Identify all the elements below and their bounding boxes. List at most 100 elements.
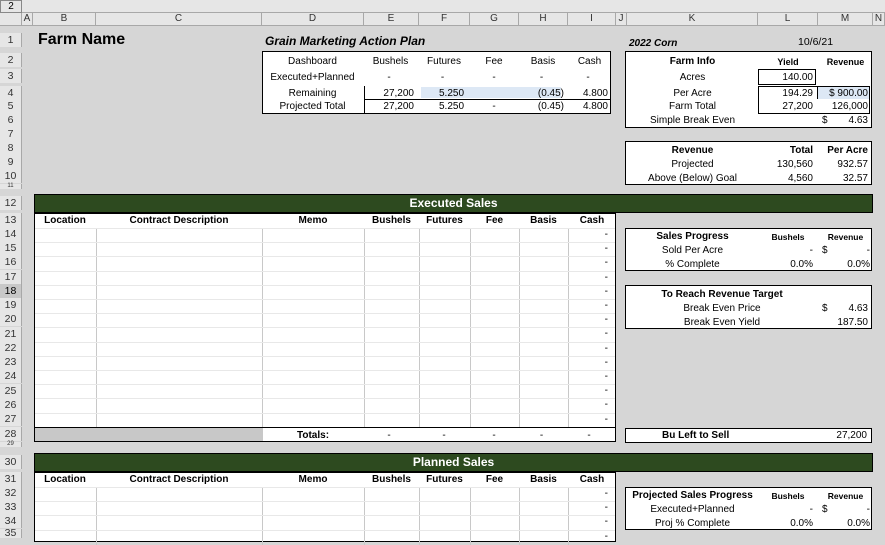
- row-header-14[interactable]: 14: [0, 227, 22, 241]
- row-header-6[interactable]: 6: [0, 113, 22, 127]
- row-header-28[interactable]: 28: [0, 427, 22, 441]
- table-row[interactable]: [35, 327, 615, 329]
- row-header-23[interactable]: 23: [0, 355, 22, 369]
- dashboard-value[interactable]: -: [519, 71, 564, 84]
- table-row[interactable]: [35, 270, 615, 272]
- dashboard-value[interactable]: -: [568, 71, 608, 84]
- plan-title[interactable]: Grain Marketing Action Plan: [265, 35, 425, 48]
- farm-name-title[interactable]: Farm Name: [38, 31, 125, 49]
- column-header-e[interactable]: E: [364, 13, 419, 26]
- row-header-17[interactable]: 17: [0, 270, 22, 284]
- row-header-15[interactable]: 15: [0, 241, 22, 255]
- table-row[interactable]: [35, 284, 615, 286]
- row-header-18[interactable]: 18: [0, 284, 22, 298]
- table-cash-cell[interactable]: -: [560, 413, 608, 427]
- farm-info-yield[interactable]: 140.00: [758, 71, 813, 84]
- column-header-k[interactable]: K: [627, 13, 758, 26]
- row-header-3[interactable]: 3: [0, 69, 22, 83]
- revenue-value[interactable]: 932.57: [818, 158, 868, 171]
- table-cash-cell[interactable]: -: [560, 242, 608, 256]
- table-row[interactable]: [35, 529, 615, 531]
- totals-value[interactable]: -: [568, 429, 610, 442]
- row-header-13[interactable]: 13: [0, 213, 22, 227]
- table-cash-cell[interactable]: -: [560, 384, 608, 398]
- row-header-35[interactable]: 35: [0, 528, 22, 538]
- row-header-16[interactable]: 16: [0, 255, 22, 269]
- row-header-12[interactable]: 12: [0, 196, 22, 210]
- progress-revenue[interactable]: 0.0%: [818, 258, 870, 271]
- table-row[interactable]: [35, 341, 615, 343]
- row-header-34[interactable]: 34: [0, 514, 22, 528]
- table-cash-cell[interactable]: -: [560, 487, 608, 501]
- table-cash-cell[interactable]: -: [560, 515, 608, 529]
- dashboard-value[interactable]: -: [364, 71, 414, 84]
- row-header-31[interactable]: 31: [0, 472, 22, 486]
- progress-bushels[interactable]: -: [758, 244, 813, 257]
- table-cash-cell[interactable]: -: [560, 285, 608, 299]
- row-header-24[interactable]: 24: [0, 369, 22, 383]
- table-cash-cell[interactable]: -: [560, 271, 608, 285]
- row-header-10[interactable]: 10: [0, 169, 22, 183]
- row-header-20[interactable]: 20: [0, 312, 22, 326]
- table-cash-cell[interactable]: -: [560, 342, 608, 356]
- table-cash-cell[interactable]: -: [560, 370, 608, 384]
- revenue-value[interactable]: 130,560: [758, 158, 813, 171]
- row-header-4[interactable]: 4: [0, 86, 22, 100]
- dashboard-value[interactable]: -: [419, 71, 466, 84]
- progress-bushels[interactable]: 0.0%: [758, 258, 813, 271]
- table-row[interactable]: [35, 398, 615, 400]
- row-header-21[interactable]: 21: [0, 327, 22, 341]
- row-header-7[interactable]: 7: [0, 127, 22, 141]
- table-cash-cell[interactable]: -: [560, 501, 608, 515]
- row-header-32[interactable]: 32: [0, 486, 22, 500]
- progress-bushels[interactable]: 0.0%: [758, 517, 813, 530]
- column-header-i[interactable]: I: [568, 13, 616, 26]
- column-header-g[interactable]: G: [470, 13, 519, 26]
- reach-target-value[interactable]: 4.63: [818, 302, 868, 315]
- column-header-m[interactable]: M: [818, 13, 873, 26]
- column-header-c[interactable]: C: [96, 13, 262, 26]
- table-cash-cell[interactable]: -: [560, 256, 608, 270]
- bu-left-value[interactable]: 27,200: [800, 429, 867, 442]
- row-header-19[interactable]: 19: [0, 298, 22, 312]
- reach-target-value[interactable]: 187.50: [818, 316, 868, 329]
- table-cash-cell[interactable]: -: [560, 327, 608, 341]
- table-cash-cell[interactable]: -: [560, 356, 608, 370]
- revenue-value[interactable]: 32.57: [818, 172, 868, 185]
- column-header-j[interactable]: J: [616, 13, 627, 26]
- table-row[interactable]: [35, 242, 615, 244]
- row-header-27[interactable]: 27: [0, 412, 22, 426]
- revenue-value[interactable]: 4,560: [758, 172, 813, 185]
- dashboard-value[interactable]: -: [470, 71, 518, 84]
- table-row[interactable]: [35, 487, 615, 488]
- row-header-26[interactable]: 26: [0, 398, 22, 412]
- farm-info-revenue[interactable]: 4.63: [818, 114, 868, 127]
- dashboard-value[interactable]: -: [470, 100, 518, 113]
- column-header-h[interactable]: H: [519, 13, 568, 26]
- date-label[interactable]: 10/6/21: [798, 36, 833, 49]
- dashboard-value[interactable]: 27,200: [364, 100, 414, 113]
- progress-bushels[interactable]: -: [758, 503, 813, 516]
- column-header-a[interactable]: A: [22, 13, 33, 26]
- dashboard-value[interactable]: (0.45): [519, 100, 564, 113]
- farm-info-revenue[interactable]: 126,000: [818, 100, 868, 113]
- totals-value[interactable]: -: [364, 429, 414, 442]
- row-header-29[interactable]: 29: [0, 441, 22, 447]
- progress-revenue[interactable]: -: [818, 503, 870, 516]
- table-cash-cell[interactable]: -: [560, 228, 608, 242]
- row-header-9[interactable]: 9: [0, 155, 22, 169]
- farm-info-yield[interactable]: 194.29: [758, 87, 813, 100]
- row-header-1[interactable]: 1: [0, 33, 22, 47]
- row-header-22[interactable]: 22: [0, 341, 22, 355]
- column-header-d[interactable]: D: [262, 13, 364, 26]
- row-header-25[interactable]: 25: [0, 384, 22, 398]
- totals-value[interactable]: -: [519, 429, 564, 442]
- table-row[interactable]: [35, 228, 615, 229]
- totals-value[interactable]: -: [470, 429, 518, 442]
- column-header-b[interactable]: B: [33, 13, 96, 26]
- table-cash-cell[interactable]: -: [560, 530, 608, 544]
- progress-revenue[interactable]: 0.0%: [818, 517, 870, 530]
- crop-label[interactable]: 2022 Corn: [629, 37, 677, 50]
- dashboard-value[interactable]: 4.800: [568, 100, 608, 113]
- row-header-11[interactable]: 11: [0, 183, 22, 189]
